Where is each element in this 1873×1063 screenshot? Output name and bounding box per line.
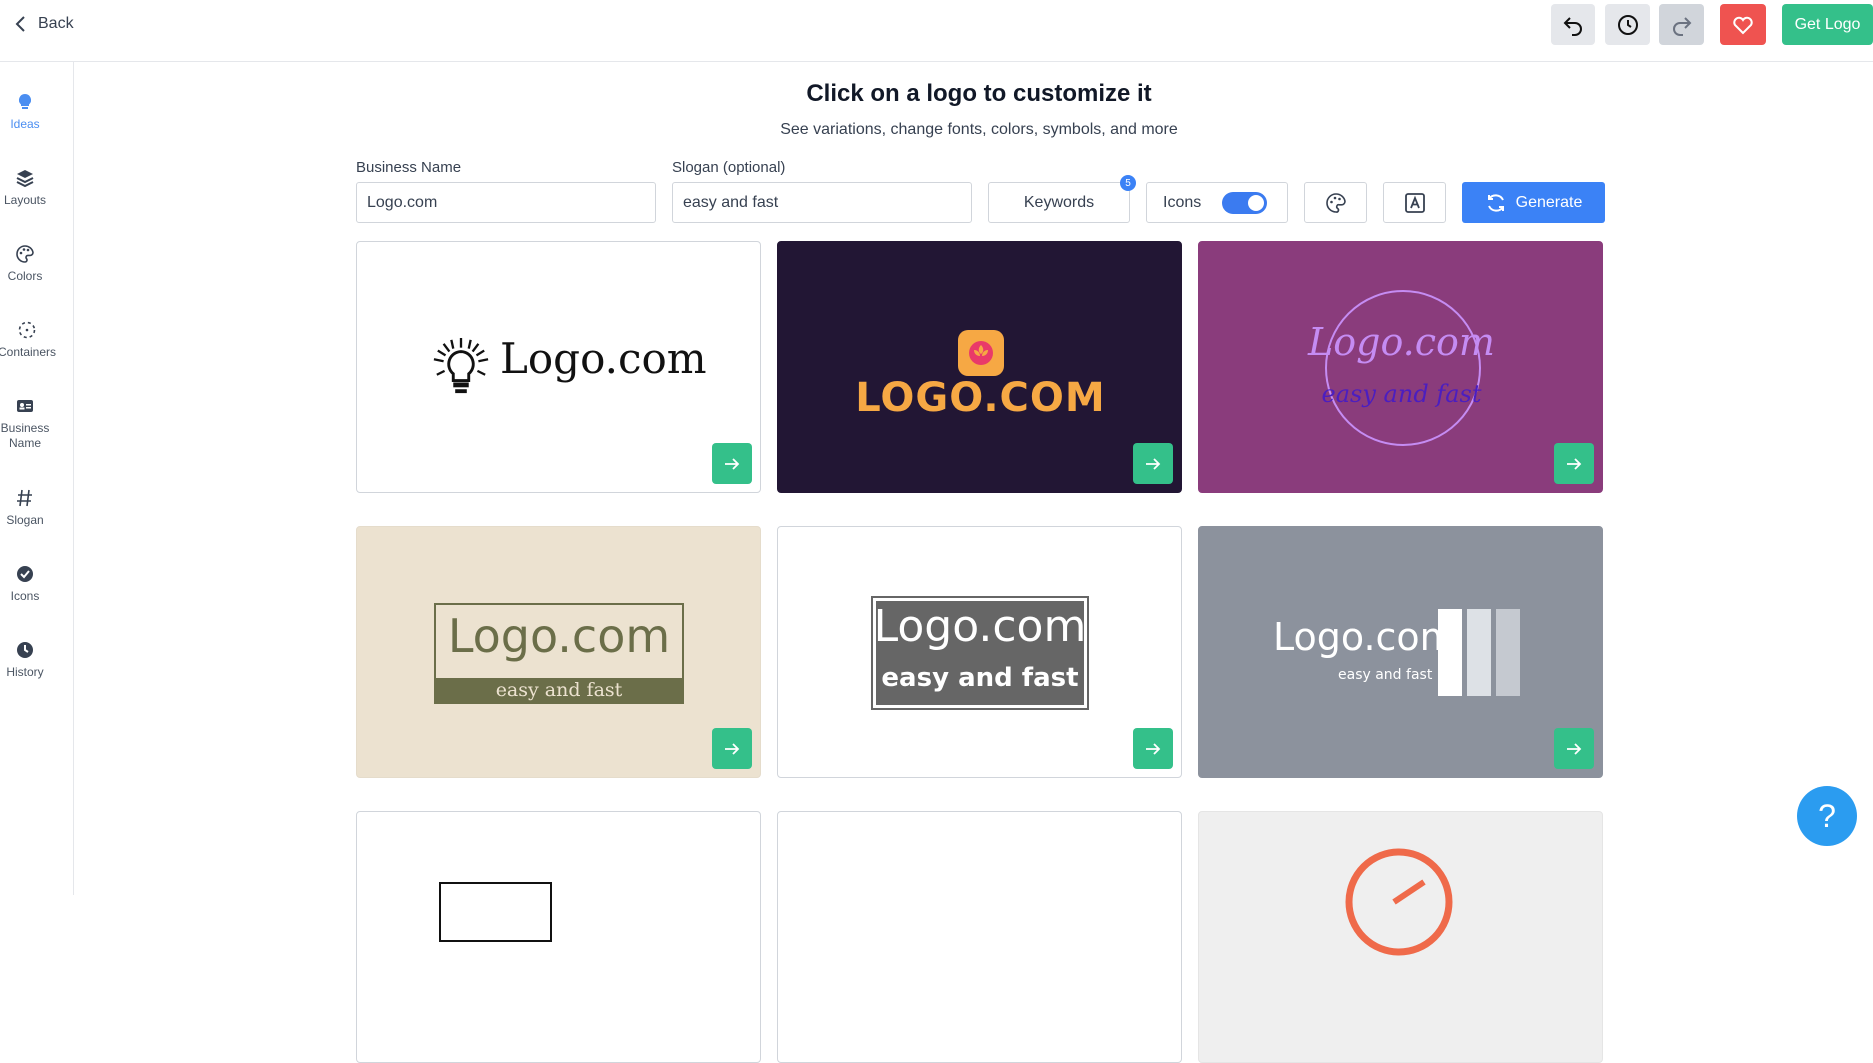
sidebar-item-containers[interactable]: Containers	[0, 320, 56, 360]
customize-arrow-button[interactable]	[1133, 728, 1173, 769]
sidebar-item-label: Icons	[10, 589, 40, 603]
logo-card[interactable]: Logo.com easy and fast	[1198, 241, 1603, 493]
sidebar-item-label: Slogan	[6, 513, 44, 527]
page-subtitle: See variations, change fonts, colors, sy…	[780, 121, 1178, 138]
clock-icon	[17, 642, 33, 658]
arrow-right-icon	[1146, 457, 1161, 470]
sidebar-item-history[interactable]: History	[0, 640, 50, 680]
top-bar: Back Get Logo	[0, 0, 1873, 62]
history-button[interactable]	[1605, 4, 1650, 45]
check-circle-icon	[17, 566, 33, 582]
refresh-icon	[1487, 193, 1504, 212]
hash-icon	[17, 489, 32, 507]
clock-icon	[1617, 14, 1638, 35]
logo-card[interactable]: Logo.com easy and fast	[356, 526, 761, 778]
logo-card[interactable]	[356, 811, 761, 1063]
logo-card[interactable]	[1198, 811, 1603, 1063]
slogan-label: Slogan (optional)	[672, 159, 786, 176]
icons-label: Icons	[1163, 193, 1202, 211]
keywords-button[interactable]: Keywords	[988, 182, 1130, 223]
undo-button[interactable]	[1551, 4, 1595, 45]
circle-container-shape	[1325, 290, 1481, 446]
logo-bar-shape	[1496, 609, 1520, 696]
business-name-label: Business Name	[356, 159, 462, 176]
keywords-label: Keywords	[1023, 193, 1095, 211]
customize-arrow-button[interactable]	[1133, 443, 1173, 484]
font-button[interactable]	[1383, 182, 1446, 223]
layers-icon	[16, 170, 34, 188]
arrow-right-icon	[1146, 742, 1161, 755]
logo-business-name: Logo.com	[1273, 615, 1457, 659]
arrow-right-icon	[725, 742, 740, 755]
id-card-icon	[17, 400, 33, 412]
sidebar: Ideas Layouts Colors Containers Business…	[0, 62, 74, 895]
business-name-input[interactable]	[356, 182, 656, 223]
logo-bar-shape	[1467, 609, 1491, 696]
redo-button[interactable]	[1659, 4, 1704, 45]
sidebar-item-ideas[interactable]: Ideas	[0, 92, 50, 132]
flower-app-icon	[958, 330, 1004, 376]
generate-button[interactable]: Generate	[1462, 182, 1605, 223]
logo-slogan: easy and fast	[1321, 380, 1482, 408]
arrow-right-icon	[1567, 742, 1582, 755]
logo-slogan: easy and fast	[495, 679, 623, 701]
container-icon	[18, 321, 36, 339]
sidebar-item-slogan[interactable]: Slogan	[0, 488, 50, 528]
generate-label: Generate	[1515, 193, 1583, 211]
logo-business-name: LOGO.COM	[855, 375, 1106, 421]
logo-card[interactable]: Logo.com easy and fast	[777, 526, 1182, 778]
logo-card[interactable]	[777, 811, 1182, 1063]
sidebar-item-colors[interactable]: Colors	[0, 244, 50, 284]
lightbulb-icon	[18, 93, 32, 109]
logo-business-name: Logo.com	[500, 334, 707, 383]
heart-icon	[1733, 16, 1753, 34]
logo-frame	[439, 882, 552, 942]
favorites-button[interactable]	[1720, 4, 1766, 45]
logo-slogan: easy and fast	[1338, 667, 1433, 683]
sidebar-item-label: History	[6, 665, 44, 679]
help-button[interactable]: ?	[1797, 786, 1857, 846]
logo-bar-shape	[1438, 609, 1462, 696]
question-mark-icon: ?	[1818, 797, 1836, 834]
sidebar-item-label: Layouts	[3, 193, 47, 207]
redo-icon	[1672, 16, 1691, 36]
circle-logo-shape	[1345, 848, 1453, 956]
slogan-input[interactable]	[672, 182, 972, 223]
back-button[interactable]: Back	[14, 12, 74, 36]
logo-card[interactable]: Logo.com	[356, 241, 761, 493]
page-title: Click on a logo to customize it	[806, 80, 1152, 107]
sidebar-item-label: Colors	[7, 269, 43, 283]
customize-arrow-button[interactable]	[1554, 728, 1594, 769]
sidebar-item-label: Business Name	[0, 421, 50, 450]
lightbulb-icon	[433, 338, 489, 394]
customize-arrow-button[interactable]	[712, 728, 752, 769]
logo-slogan: easy and fast	[881, 663, 1079, 693]
palette-icon	[1325, 192, 1346, 213]
logo-card[interactable]: LOGO.COM	[777, 241, 1182, 493]
font-icon	[1404, 192, 1425, 213]
logo-card[interactable]: Logo.com easy and fast	[1198, 526, 1603, 778]
customize-arrow-button[interactable]	[712, 443, 752, 484]
sidebar-item-label: Ideas	[10, 117, 40, 131]
logo-business-name: Logo.com	[1308, 320, 1495, 364]
get-logo-button[interactable]: Get Logo	[1782, 4, 1873, 45]
palette-icon	[16, 245, 34, 263]
sidebar-item-layouts[interactable]: Layouts	[0, 168, 50, 208]
sidebar-item-label: Containers	[0, 345, 57, 359]
arrow-right-icon	[1567, 457, 1582, 470]
sidebar-item-icons[interactable]: Icons	[0, 564, 50, 604]
back-label: Back	[38, 15, 74, 32]
logo-business-name: Logo.com	[447, 609, 671, 663]
chevron-left-icon	[15, 16, 25, 32]
undo-icon	[1563, 16, 1582, 36]
color-palette-button[interactable]	[1304, 182, 1367, 223]
icons-toggle-switch[interactable]	[1222, 192, 1267, 214]
keywords-count-badge: 5	[1120, 175, 1136, 191]
logo-business-name: Logo.com	[873, 601, 1087, 652]
customize-arrow-button[interactable]	[1554, 443, 1594, 484]
arrow-right-icon	[725, 457, 740, 470]
sidebar-item-business-name[interactable]: Business Name	[0, 396, 50, 451]
